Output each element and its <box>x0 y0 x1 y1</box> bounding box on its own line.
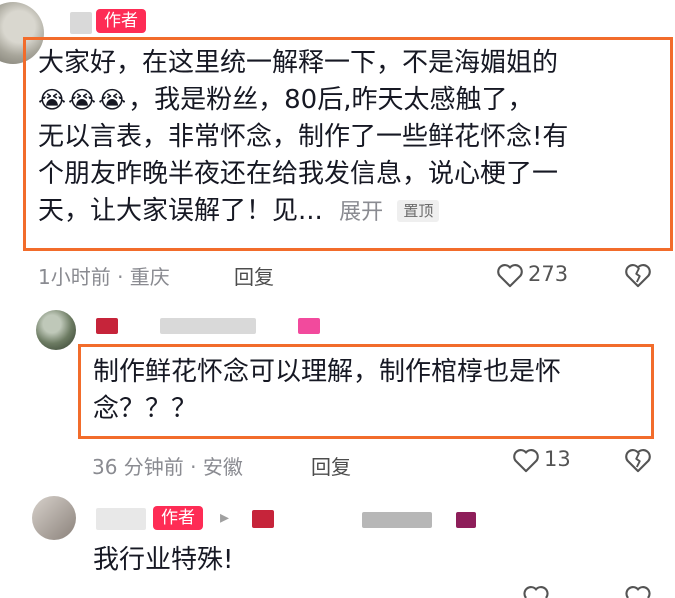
comment-line-text: 天，让大家误解了！见... <box>38 196 323 226</box>
reply-button[interactable]: 回复 <box>234 261 274 290</box>
username-redacted[interactable] <box>362 512 432 528</box>
dislike-icon[interactable] <box>624 447 652 473</box>
like-icon[interactable] <box>496 262 524 288</box>
expand-link[interactable]: 展开 <box>339 200 383 225</box>
comment-line: 念？？？ <box>93 394 198 424</box>
dislike-icon[interactable] <box>624 584 652 598</box>
like-count: 13 <box>544 447 571 471</box>
reply-arrow-icon: ▸ <box>220 507 230 528</box>
comment-line: 无以言表，非常怀念，制作了一些鲜花怀念!有 <box>38 122 569 152</box>
username-redacted[interactable] <box>456 512 476 528</box>
author-badge: 作者 <box>153 506 203 530</box>
comment-line: 大家好，在这里统一解释一下，不是海媚姐的 <box>38 48 559 78</box>
comment-line: 个朋友昨晚半夜还在给我发信息，说心梗了一 <box>38 159 559 189</box>
like-count: 273 <box>528 262 569 286</box>
comment-meta: 1小时前 · 重庆 <box>38 265 170 289</box>
username-redacted[interactable] <box>96 508 146 530</box>
comment-line-text: ，我是粉丝，80后,昨天太感触了， <box>128 85 534 115</box>
comment-text[interactable]: 大家好，在这里统一解释一下，不是海媚姐的 😭😭😭，我是粉丝，80后,昨天太感触了… <box>38 45 668 231</box>
username-redacted[interactable] <box>96 318 118 334</box>
username-redacted[interactable] <box>70 12 92 34</box>
like-icon[interactable] <box>522 584 550 598</box>
comment-line: 制作鲜花怀念可以理解，制作棺椁也是怀 <box>93 357 562 387</box>
comment-meta: 36 分钟前 · 安徽 <box>92 455 243 479</box>
comment-text[interactable]: 我行业特殊! <box>93 542 233 579</box>
username-redacted[interactable] <box>252 510 274 528</box>
username-redacted[interactable] <box>298 318 320 334</box>
comment-line: 😭😭😭，我是粉丝，80后,昨天太感触了， <box>38 82 668 119</box>
pinned-badge: 置顶 <box>397 200 440 222</box>
author-badge: 作者 <box>96 9 146 33</box>
reply-button[interactable]: 回复 <box>311 451 351 480</box>
reply-avatar[interactable] <box>32 496 76 540</box>
crying-emoji-icon: 😭😭😭 <box>38 86 129 114</box>
username-redacted[interactable] <box>160 318 256 334</box>
like-icon[interactable] <box>512 447 540 473</box>
comment-line: 天，让大家误解了！见... 展开 置顶 <box>38 193 668 231</box>
comment-text[interactable]: 制作鲜花怀念可以理解，制作棺椁也是怀 念？？？ <box>93 354 653 428</box>
reply-avatar[interactable] <box>36 310 76 350</box>
dislike-icon[interactable] <box>624 262 652 288</box>
